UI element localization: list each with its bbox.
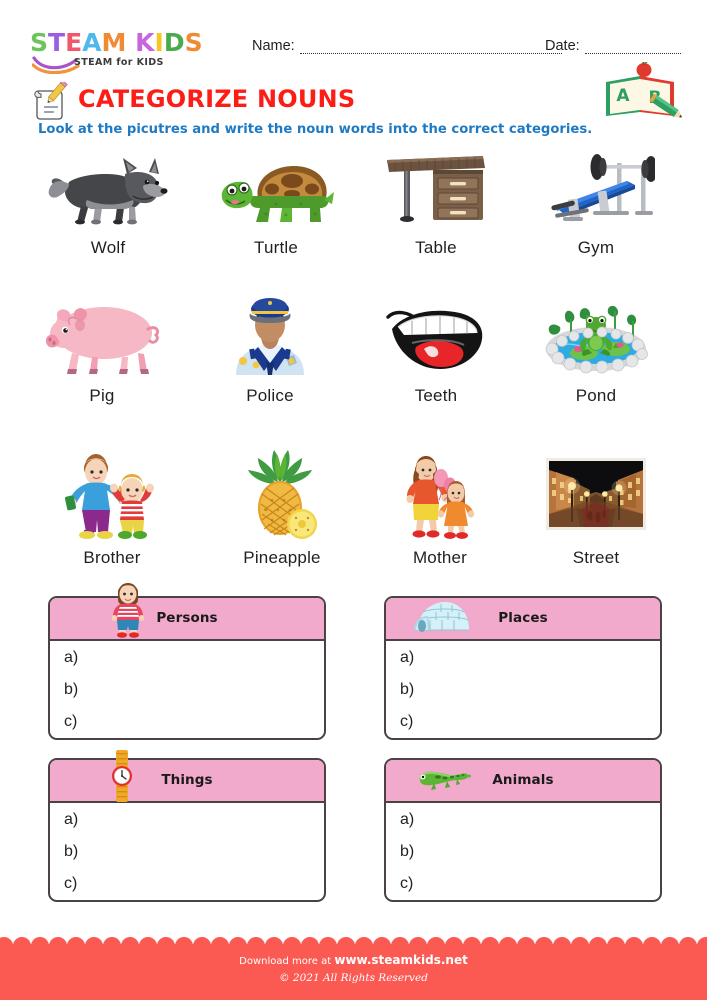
pencil-scroll-icon	[34, 82, 68, 120]
picture-label: Pond	[575, 386, 617, 405]
pig-icon	[14, 296, 190, 378]
picture-cell-gym: Gym	[508, 148, 684, 258]
picture-label: Pineapple	[243, 548, 321, 567]
answer-box-body[interactable]: a) b) c)	[50, 641, 324, 738]
picture-cell-brother: Brother	[24, 448, 200, 568]
logo-tagline: STEAM for KIDS	[74, 57, 164, 68]
answer-box-title: Things	[161, 772, 213, 788]
picture-cell-teeth: Teeth	[348, 296, 524, 406]
answer-line-a[interactable]: a)	[400, 649, 414, 667]
answer-line-c[interactable]: c)	[64, 875, 77, 893]
picture-label: Turtle	[253, 238, 299, 257]
logo-letter: A	[82, 28, 102, 57]
answer-box-header: Persons	[50, 598, 324, 641]
picture-cell-police: Police	[182, 296, 358, 406]
instructions-text: Look at the picutres and write the noun …	[38, 122, 593, 137]
answer-box-header: Animals	[386, 760, 660, 803]
picture-cell-mother: Mother	[352, 448, 528, 568]
picture-grid: Wolf Turtle Table Gym Pig Police Teeth P…	[0, 148, 707, 568]
answer-box-header: Places	[386, 598, 660, 641]
picture-label: Table	[415, 238, 457, 257]
answer-box-title: Animals	[492, 772, 554, 788]
answer-line-a[interactable]: a)	[64, 811, 78, 829]
abc-book-icon: A B	[606, 62, 682, 118]
brothers-icon	[24, 448, 200, 540]
answer-box-animals: Animals a) b) c)	[384, 758, 662, 902]
answer-box-body[interactable]: a) b) c)	[386, 641, 660, 738]
picture-label: Mother	[412, 548, 468, 567]
title-row: CATEGORIZE NOUNS	[30, 80, 450, 122]
picture-cell-wolf: Wolf	[20, 148, 196, 258]
answer-line-c[interactable]: c)	[400, 713, 413, 731]
turtle-icon	[188, 148, 364, 230]
logo-letter: I	[154, 28, 164, 57]
answer-line-a[interactable]: a)	[400, 811, 414, 829]
logo-letter: S	[30, 28, 49, 57]
picture-cell-table: Table	[348, 148, 524, 258]
svg-text:A: A	[616, 86, 630, 106]
pond-frog-icon	[508, 296, 684, 378]
pineapple-icon	[194, 448, 370, 540]
answer-box-title: Persons	[156, 610, 218, 626]
answer-line-b[interactable]: b)	[64, 681, 78, 699]
picture-label: Brother	[83, 548, 141, 567]
answer-boxes: Persons a) b) c) Places a) b) c) Things …	[0, 583, 707, 908]
answer-box-things: Things a) b) c)	[48, 750, 326, 902]
steam-kids-logo: STEAM KIDS STEAM for KIDS	[30, 30, 210, 74]
picture-cell-pond: Pond	[508, 296, 684, 406]
answer-box-title: Places	[498, 610, 548, 626]
worksheet-page: STEAM KIDS STEAM for KIDS Name: Date: CA…	[0, 0, 707, 1000]
gym-bench-icon	[508, 148, 684, 230]
answer-box-places: Places a) b) c)	[384, 596, 662, 740]
date-label: Date:	[545, 38, 580, 54]
answer-line-a[interactable]: a)	[64, 649, 78, 667]
answer-box-header: Things	[50, 760, 324, 803]
picture-cell-street: Street	[508, 448, 684, 568]
logo-swoosh-icon	[32, 56, 80, 74]
logo-letter: M	[101, 28, 127, 57]
picture-cell-pineapple: Pineapple	[194, 448, 370, 568]
answer-line-b[interactable]: b)	[400, 843, 414, 861]
picture-cell-pig: Pig	[14, 296, 190, 406]
page-title: CATEGORIZE NOUNS	[78, 85, 356, 113]
logo-letter: S	[184, 28, 203, 57]
picture-label: Police	[246, 386, 294, 405]
footer-site-link[interactable]: www.steamkids.net	[334, 953, 467, 967]
page-footer: Download more at www.steamkids.net © 202…	[0, 937, 707, 1000]
answer-box-body[interactable]: a) b) c)	[386, 803, 660, 900]
picture-label: Pig	[89, 386, 115, 405]
answer-line-c[interactable]: c)	[400, 875, 413, 893]
picture-label: Wolf	[90, 238, 126, 257]
logo-letter: K	[135, 28, 155, 57]
wolf-icon	[20, 148, 196, 230]
picture-cell-turtle: Turtle	[188, 148, 364, 258]
logo-letter: E	[65, 28, 83, 57]
logo-letter: D	[163, 28, 185, 57]
picture-label: Street	[572, 548, 620, 567]
name-field[interactable]: Name:	[252, 38, 562, 54]
answer-box-persons: Persons a) b) c)	[48, 583, 326, 740]
answer-line-b[interactable]: b)	[400, 681, 414, 699]
picture-label: Gym	[577, 238, 615, 257]
name-input[interactable]	[299, 41, 562, 54]
name-label: Name:	[252, 38, 295, 54]
scallop-edge	[0, 937, 707, 946]
table-icon	[348, 148, 524, 230]
footer-download-line: Download more at www.steamkids.net	[0, 953, 707, 967]
logo-letter	[126, 30, 135, 55]
answer-line-c[interactable]: c)	[64, 713, 77, 731]
footer-copyright: © 2021 All Rights Reserved	[279, 972, 428, 984]
logo-letter: T	[48, 28, 66, 57]
date-input[interactable]	[584, 41, 681, 54]
teeth-mouth-icon	[348, 296, 524, 378]
street-night-icon	[508, 448, 684, 540]
police-officer-icon	[182, 296, 358, 378]
mother-daughter-icon	[352, 448, 528, 540]
date-field[interactable]: Date:	[545, 38, 681, 54]
footer-download-prefix: Download more at	[239, 956, 335, 967]
logo-wordmark: STEAM KIDS	[30, 30, 210, 55]
picture-label: Teeth	[414, 386, 458, 405]
answer-line-b[interactable]: b)	[64, 843, 78, 861]
answer-box-body[interactable]: a) b) c)	[50, 803, 324, 900]
